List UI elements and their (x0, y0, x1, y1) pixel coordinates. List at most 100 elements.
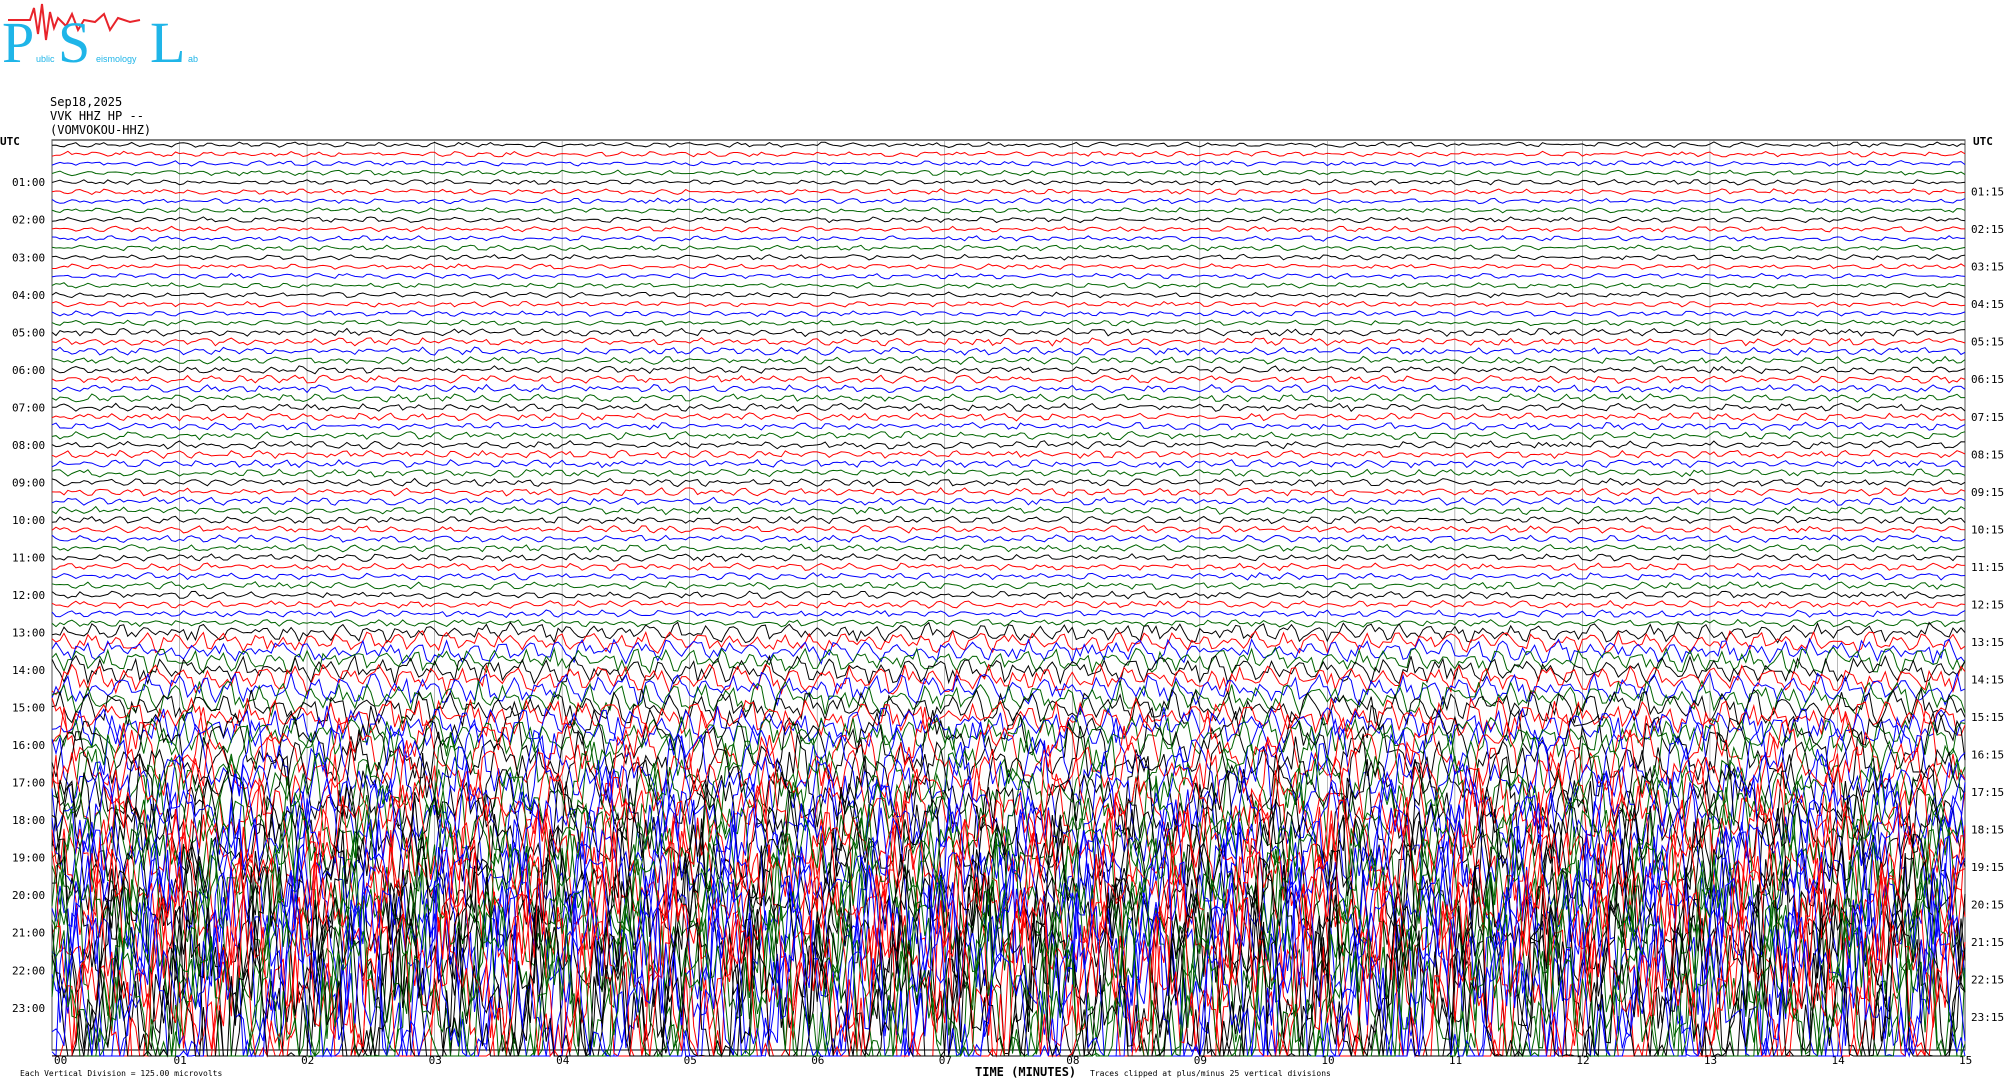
seismic-trace (51, 207, 1966, 214)
seismic-trace (51, 637, 1966, 666)
left-hour-label: 22:00 (12, 964, 45, 977)
right-hour-label: 04:15 (1971, 298, 2004, 311)
right-hour-label: 22:15 (1971, 974, 2004, 987)
left-hour-label: 03:00 (12, 251, 45, 264)
left-axis-title: UTC (0, 135, 20, 148)
seismic-trace (51, 449, 1966, 460)
left-hour-label: 18:00 (12, 814, 45, 827)
seismic-trace (51, 169, 1966, 177)
left-hour-label: 12:00 (12, 589, 45, 602)
seismic-trace (51, 188, 1966, 196)
left-hour-label: 23:00 (12, 1002, 45, 1015)
right-hour-label: 06:15 (1971, 373, 2004, 386)
right-axis-title: UTC (1973, 135, 1993, 148)
seismic-trace (51, 468, 1966, 478)
seismic-trace (51, 440, 1966, 450)
left-hour-label: 16:00 (12, 739, 45, 752)
left-hour-label: 15:00 (12, 702, 45, 715)
right-hour-label: 08:15 (1971, 448, 2004, 461)
right-hour-label: 11:15 (1971, 561, 2004, 574)
right-hour-label: 23:15 (1971, 1011, 2004, 1024)
seismic-trace (51, 150, 1966, 158)
seismic-trace (51, 383, 1966, 394)
seismic-trace (51, 590, 1966, 600)
seismic-trace (51, 244, 1966, 252)
right-hour-label: 16:15 (1971, 748, 2004, 761)
seismic-trace (51, 572, 1966, 581)
seismic-trace (51, 253, 1966, 261)
right-hour-label: 13:15 (1971, 636, 2004, 649)
clip-note: Traces clipped at plus/minus 25 vertical… (1090, 1069, 1331, 1078)
seismic-trace (51, 282, 1966, 289)
seismic-trace (51, 534, 1966, 544)
left-hour-label: 19:00 (12, 852, 45, 865)
right-hour-label: 14:15 (1971, 673, 2004, 686)
left-hour-label: 02:00 (12, 214, 45, 227)
left-hour-label: 17:00 (12, 777, 45, 790)
seismic-trace (51, 553, 1966, 562)
seismic-trace (51, 365, 1966, 375)
seismic-trace (51, 178, 1966, 186)
seismic-trace (51, 412, 1966, 422)
right-hour-label: 05:15 (1971, 336, 2004, 349)
seismic-trace (51, 216, 1966, 224)
right-hour-label: 03:15 (1971, 261, 2004, 274)
seismic-trace (51, 562, 1966, 572)
trace-group (51, 141, 1966, 1058)
left-hour-label: 21:00 (12, 927, 45, 940)
left-hour-label: 01:00 (12, 176, 45, 189)
right-hour-label: 19:15 (1971, 861, 2004, 874)
seismic-trace (51, 687, 1966, 728)
seismic-trace (51, 346, 1966, 356)
seismic-trace (51, 337, 1966, 347)
right-hour-label: 17:15 (1971, 786, 2004, 799)
seismic-trace (51, 235, 1966, 242)
right-hour-label: 21:15 (1971, 936, 2004, 949)
right-hour-label: 12:15 (1971, 598, 2004, 611)
seismic-trace (51, 581, 1966, 591)
left-hour-label: 13:00 (12, 627, 45, 640)
left-hour-label: 11:00 (12, 551, 45, 564)
seismic-trace (51, 524, 1966, 534)
seismic-trace (51, 430, 1966, 441)
seismic-trace (51, 319, 1966, 327)
seismic-trace (51, 310, 1966, 317)
seismic-trace (51, 141, 1966, 149)
seismic-trace (51, 646, 1966, 675)
left-hour-label: 10:00 (12, 514, 45, 527)
seismic-trace (51, 629, 1966, 654)
seismic-trace (51, 160, 1966, 167)
left-hour-label: 06:00 (12, 364, 45, 377)
seismic-trace (51, 393, 1965, 403)
seismic-trace (51, 355, 1966, 365)
left-hour-label: 14:00 (12, 664, 45, 677)
left-hour-label: 04:00 (12, 289, 45, 302)
seismic-trace (51, 477, 1966, 488)
seismic-trace (51, 421, 1966, 431)
seismic-trace (51, 197, 1966, 205)
seismic-trace (51, 543, 1966, 553)
left-hour-label: 07:00 (12, 401, 45, 414)
scale-note: Each Vertical Division = 125.00 microvol… (20, 1069, 222, 1078)
seismic-trace (51, 609, 1966, 619)
left-hour-label: 05:00 (12, 326, 45, 339)
seismic-trace (51, 599, 1966, 609)
seismic-trace (51, 300, 1966, 308)
seismic-trace (51, 327, 1966, 338)
seismic-trace (51, 496, 1966, 506)
seismic-trace (51, 621, 1966, 644)
seismic-trace (51, 225, 1965, 233)
right-hour-label: 02:15 (1971, 223, 2004, 236)
right-hour-label: 10:15 (1971, 523, 2004, 536)
left-hour-label: 20:00 (12, 889, 45, 902)
seismic-trace (51, 487, 1966, 497)
right-hour-label: 15:15 (1971, 711, 2004, 724)
seismic-trace (51, 515, 1966, 525)
helicorder-chart: 00010203040506070809101112131415-8658-67… (0, 135, 2004, 1079)
seismic-trace (51, 291, 1966, 299)
seismic-trace (52, 263, 1966, 270)
seismic-trace (51, 272, 1966, 280)
seismic-trace (51, 505, 1966, 516)
left-hour-label: 08:00 (12, 439, 45, 452)
left-hour-label: 09:00 (12, 476, 45, 489)
